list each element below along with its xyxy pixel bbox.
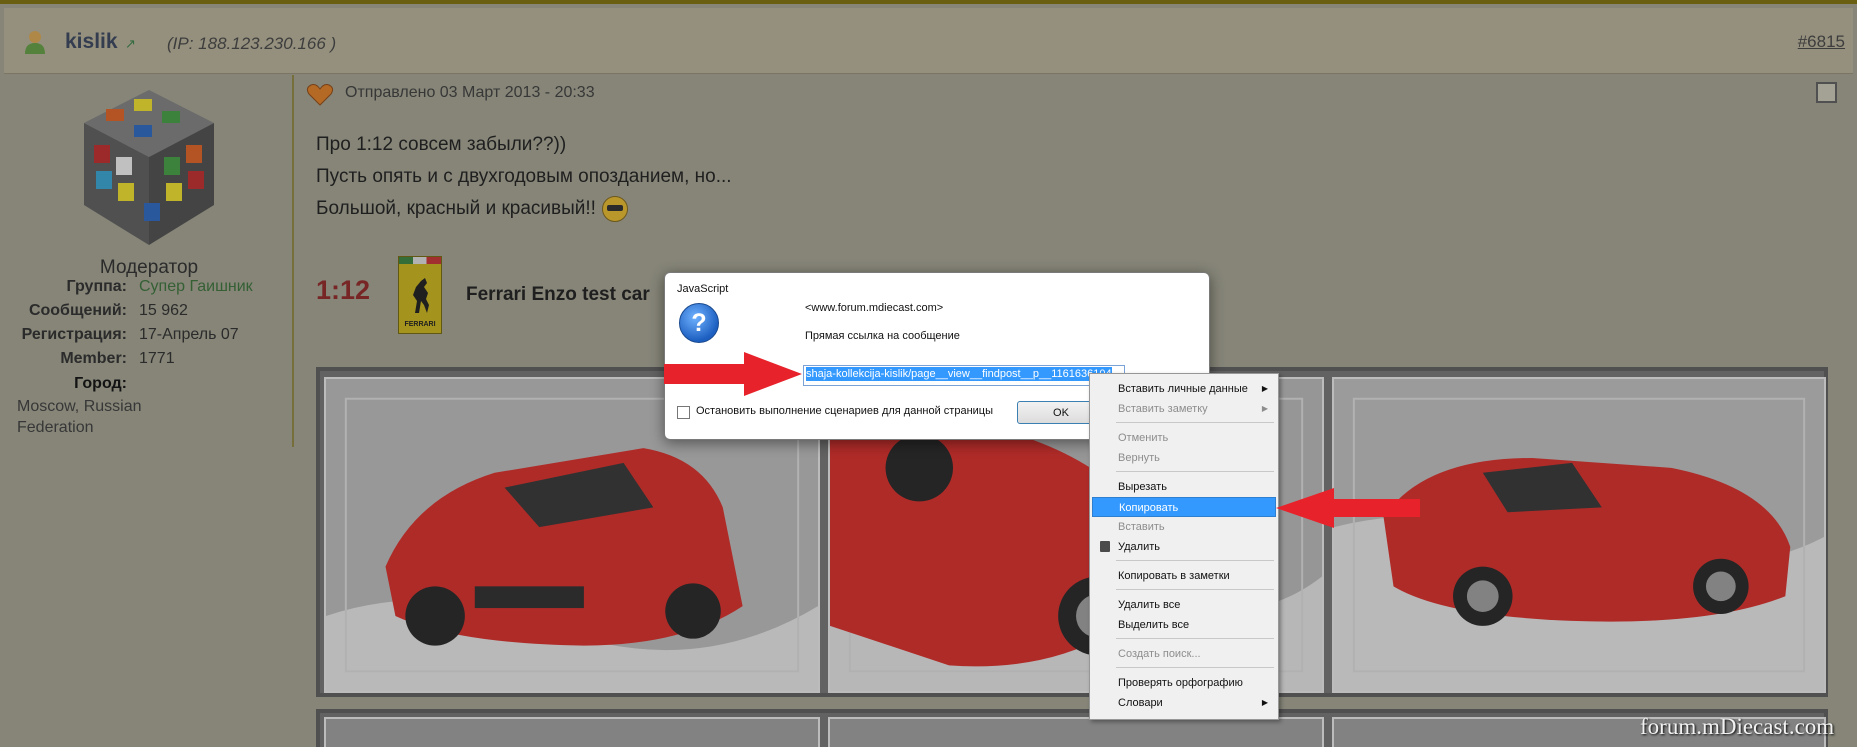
link-input[interactable]: shaja-kollekcija-kislik/page__view__find… xyxy=(803,365,1125,386)
car-title: Ferrari Enzo test car xyxy=(466,284,650,305)
post-number-link[interactable]: #6815 xyxy=(1798,32,1845,52)
scale-label: 1:12 xyxy=(316,275,371,305)
registration-value: 17-Апрель 07 xyxy=(139,326,239,343)
city-value: Moscow, Russian Federation xyxy=(17,398,142,436)
menu-item-copy[interactable]: Копировать xyxy=(1092,497,1276,517)
gallery-photo[interactable] xyxy=(1332,377,1826,693)
post-line-with-smiley: Большой, красный и красивый!! xyxy=(316,193,732,225)
menu-item-cut[interactable]: Вырезать xyxy=(1092,477,1276,497)
menu-separator xyxy=(1116,422,1274,423)
ferrari-badge-text: FERRARI xyxy=(404,321,436,328)
ip-address: (IP: 188.123.230.166 ) xyxy=(167,34,337,53)
cool-smiley-icon xyxy=(601,195,628,222)
messages-label: Сообщений: xyxy=(28,302,127,319)
menu-item-create-search: Создать поиск... xyxy=(1118,648,1201,660)
menu-separator xyxy=(1116,589,1274,590)
group-value: Супер Гаишник xyxy=(139,278,253,295)
menu-item-insert-personal-data[interactable]: Вставить личные данные ▶ xyxy=(1092,379,1276,399)
menu-separator xyxy=(1116,667,1274,668)
post-select-checkbox[interactable] xyxy=(1816,82,1837,103)
menu-item-spellcheck[interactable]: Проверять орфографию xyxy=(1092,673,1276,693)
question-icon: ? xyxy=(679,303,719,343)
photo-gallery-row-2 xyxy=(316,709,1828,747)
dialog-message: Прямая ссылка на сообщение xyxy=(805,330,960,342)
menu-item-delete[interactable]: Удалить xyxy=(1092,537,1276,557)
annotation-arrow-left-icon xyxy=(1276,488,1420,528)
group-label: Группа: xyxy=(66,278,127,295)
menu-item-undo: Отменить xyxy=(1118,432,1169,444)
user-sidebar: Модератор Группа: Супер Гаишник Сообщени… xyxy=(4,75,294,447)
gallery-photo[interactable] xyxy=(828,717,1324,747)
post-line: Про 1:12 совсем забыли??)) xyxy=(316,134,567,155)
post-date: Отправлено 03 Март 2013 - 20:33 xyxy=(345,84,595,101)
submenu-arrow-icon: ▶ xyxy=(1261,698,1268,707)
context-menu: Вставить личные данные ▶ Вставить заметку… xyxy=(1089,373,1279,720)
menu-separator xyxy=(1116,471,1274,472)
ferrari-logo: FERRARI xyxy=(398,256,442,334)
menu-item-copy-to-notes[interactable]: Копировать в заметки xyxy=(1092,566,1276,586)
submenu-arrow-icon: ▶ xyxy=(1261,404,1268,413)
menu-item-redo: Вернуть xyxy=(1118,452,1160,464)
member-label: Member: xyxy=(60,350,127,367)
dialog-title: JavaScript xyxy=(677,283,729,295)
menu-item-dictionaries[interactable]: Словари ▶ xyxy=(1092,693,1276,713)
username-link[interactable]: kislik xyxy=(65,30,118,54)
selected-link-text: shaja-kollekcija-kislik/page__view__find… xyxy=(806,367,1112,381)
user-icon xyxy=(25,31,45,54)
menu-item-delete-all[interactable]: Удалить все xyxy=(1092,595,1276,615)
menu-separator xyxy=(1116,560,1274,561)
gallery-photo[interactable] xyxy=(324,717,820,747)
dialog-origin: <www.forum.mdiecast.com> xyxy=(805,302,944,314)
annotation-arrow-right-icon xyxy=(664,352,802,396)
post-line: Пусть опять и с двухгодовым опозданием, … xyxy=(316,166,732,187)
menu-separator xyxy=(1116,638,1274,639)
external-link-icon[interactable]: ↗ xyxy=(125,36,136,52)
menu-item-insert-note: Вставить заметку ▶ xyxy=(1092,399,1276,419)
post-header: kislik ↗ (IP: 188.123.230.166 ) #6815 xyxy=(4,8,1853,74)
city-label: Город: xyxy=(74,375,127,392)
site-watermark: forum.mDiecast.com xyxy=(1640,714,1835,739)
registration-label: Регистрация: xyxy=(21,326,127,343)
post-body: Про 1:12 совсем забыли??)) Пусть опять и… xyxy=(316,129,732,225)
messages-value: 15 962 xyxy=(139,302,188,319)
stop-scripts-label: Остановить выполнение сценариев для данн… xyxy=(696,405,993,417)
menu-item-paste: Вставить xyxy=(1118,521,1165,533)
stop-scripts-checkbox[interactable] xyxy=(677,406,690,419)
user-role: Модератор xyxy=(99,257,199,278)
menu-item-select-all[interactable]: Выделить все xyxy=(1092,615,1276,635)
prancing-horse-icon xyxy=(413,278,429,313)
member-value: 1771 xyxy=(139,350,175,367)
submenu-arrow-icon: ▶ xyxy=(1261,384,1268,393)
rubiks-cube-avatar[interactable] xyxy=(74,85,224,255)
trash-icon xyxy=(1100,541,1110,552)
